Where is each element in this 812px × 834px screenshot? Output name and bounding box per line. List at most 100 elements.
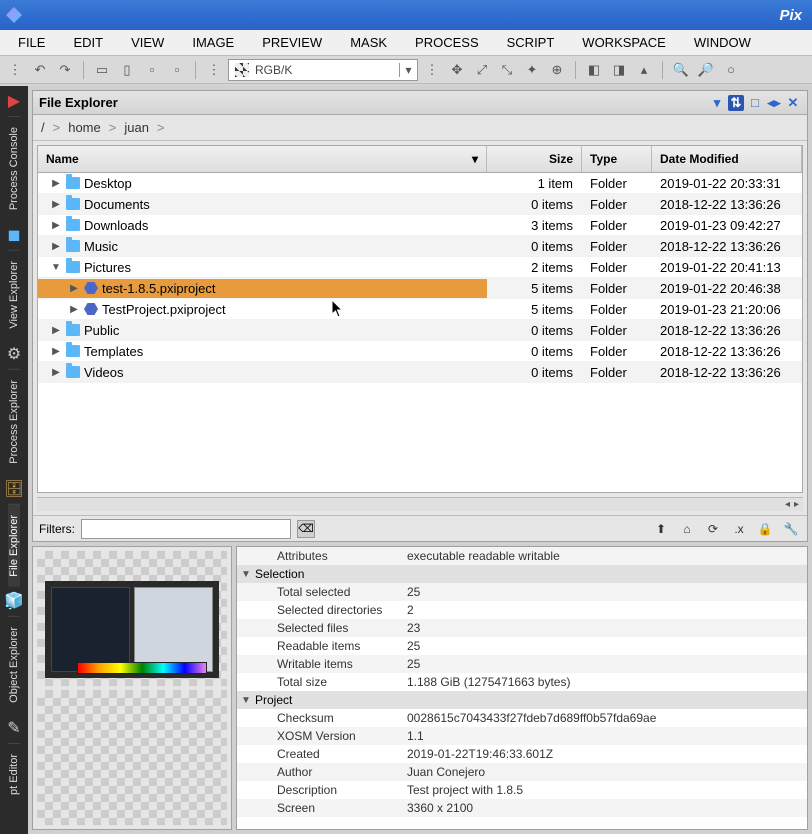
table-row[interactable]: ▶TestProject.pxiproject5 itemsFolder2019… [38, 299, 802, 320]
ext-button[interactable]: .x [729, 519, 749, 539]
section-arrow-icon[interactable]: ▼ [237, 569, 255, 580]
menu-image[interactable]: IMAGE [178, 31, 248, 54]
tree-arrow-icon[interactable]: ▶ [50, 199, 62, 210]
horizontal-scrollbar[interactable]: ◂▸ [37, 497, 803, 511]
menu-script[interactable]: SCRIPT [493, 31, 569, 54]
menu-workspace[interactable]: WORKSPACE [568, 31, 680, 54]
rail-icon: ⚙ [3, 343, 25, 365]
main-area: File Explorer ▾ ⇅ □ ◂▸ ✕ />home>juan> Na… [28, 86, 812, 834]
wrench-icon[interactable]: 🔧 [781, 519, 801, 539]
undo-button[interactable]: ↶ [29, 59, 51, 81]
home-button[interactable]: ⌂ [677, 519, 697, 539]
maximize-icon[interactable]: □ [747, 95, 763, 111]
panel-left-button[interactable]: ◧ [583, 59, 605, 81]
clear-filter-button[interactable]: ⌫ [297, 520, 315, 538]
panel-right-button[interactable]: ◨ [608, 59, 630, 81]
table-row[interactable]: ▶Music0 itemsFolder2018-12-22 13:36:26 [38, 236, 802, 257]
move-tool-button[interactable]: ✥ [446, 59, 468, 81]
tool-button[interactable]: ▭ [91, 59, 113, 81]
redo-button[interactable]: ↷ [54, 59, 76, 81]
cell-date: 2019-01-22 20:41:13 [652, 258, 802, 277]
project-thumbnail[interactable] [37, 690, 227, 825]
breadcrumb-segment[interactable]: juan [124, 120, 149, 135]
tree-arrow-icon[interactable]: ▶ [68, 304, 80, 315]
rail-tab-process-explorer[interactable]: Process Explorer [8, 369, 20, 474]
table-row[interactable]: ▶test-1.8.5.pxiproject5 itemsFolder2019-… [38, 278, 802, 299]
refresh-button[interactable]: ⟳ [703, 519, 723, 539]
table-row[interactable]: ▶Videos0 itemsFolder2018-12-22 13:36:26 [38, 362, 802, 383]
lock-icon[interactable]: 🔒 [755, 519, 775, 539]
column-header-name[interactable]: Name▾ [38, 146, 487, 172]
menu-window[interactable]: WINDOW [680, 31, 765, 54]
tool-button[interactable]: ▫ [141, 59, 163, 81]
tree-arrow-icon[interactable]: ▶ [50, 178, 62, 189]
breadcrumb-segment[interactable]: / [41, 120, 45, 135]
cell-size: 3 items [487, 216, 582, 235]
column-header-size[interactable]: Size [487, 146, 582, 172]
menu-edit[interactable]: EDIT [59, 31, 117, 54]
target-tool-button[interactable]: ⊕ [546, 59, 568, 81]
cell-type: Folder [582, 279, 652, 298]
cell-type: Folder [582, 216, 652, 235]
collapse-icon[interactable]: ◂▸ [766, 95, 782, 111]
table-row[interactable]: ▶Desktop1 itemFolder2019-01-22 20:33:31 [38, 173, 802, 194]
menu-file[interactable]: FILE [4, 31, 59, 54]
table-row[interactable]: ▼Pictures2 itemsFolder2019-01-22 20:41:1… [38, 257, 802, 278]
menu-view[interactable]: VIEW [117, 31, 178, 54]
tree-arrow-icon[interactable]: ▼ [50, 262, 62, 273]
rail-tab-object-explorer[interactable]: Object Explorer [8, 616, 20, 713]
file-name: Public [84, 323, 119, 338]
rail-tab-process-console[interactable]: Process Console [8, 116, 20, 220]
tool-button[interactable]: ▯ [116, 59, 138, 81]
chevron-right-icon: > [157, 120, 165, 135]
prop-value: 25 [407, 585, 807, 599]
menu-process[interactable]: PROCESS [401, 31, 493, 54]
cell-size: 1 item [487, 174, 582, 193]
rail-tab-file-explorer[interactable]: File Explorer [8, 504, 20, 587]
table-row[interactable]: ▶Downloads3 itemsFolder2019-01-23 09:42:… [38, 215, 802, 236]
tree-arrow-icon[interactable]: ▶ [50, 241, 62, 252]
zoom-out-button[interactable]: 🔎 [695, 59, 717, 81]
section-label: Selection [255, 567, 304, 581]
project-thumbnail[interactable] [37, 551, 227, 686]
tree-arrow-icon[interactable]: ▶ [50, 220, 62, 231]
menu-preview[interactable]: PREVIEW [248, 31, 336, 54]
collapse-tool-button[interactable]: ⤡ [496, 59, 518, 81]
expand-tool-button[interactable]: ⤢ [471, 59, 493, 81]
column-header-date[interactable]: Date Modified [652, 146, 802, 172]
pointer-tool-button[interactable]: ▴ [633, 59, 655, 81]
fit-tool-button[interactable]: ✦ [521, 59, 543, 81]
tool-button[interactable]: ▫ [166, 59, 188, 81]
table-row[interactable]: ▶Public0 itemsFolder2018-12-22 13:36:26 [38, 320, 802, 341]
rail-tab-view-explorer[interactable]: View Explorer [8, 250, 20, 339]
filters-input[interactable] [81, 519, 291, 539]
rail-tab-pt-editor[interactable]: pt Editor [8, 743, 20, 805]
table-row[interactable]: ▶Templates0 itemsFolder2018-12-22 13:36:… [38, 341, 802, 362]
tree-arrow-icon[interactable]: ▶ [50, 325, 62, 336]
tree-arrow-icon[interactable]: ▶ [68, 283, 80, 294]
table-row[interactable]: ▶Documents0 itemsFolder2018-12-22 13:36:… [38, 194, 802, 215]
expand-icon[interactable]: ⇅ [728, 95, 744, 111]
section-arrow-icon[interactable]: ▼ [237, 695, 255, 706]
prop-label: Description [237, 783, 407, 797]
dropdown-icon[interactable]: ▾ [709, 95, 725, 111]
menu-mask[interactable]: MASK [336, 31, 401, 54]
dropdown-icon[interactable]: ▾ [399, 63, 417, 77]
folder-icon [66, 219, 80, 231]
prop-label: Screen [237, 801, 407, 815]
grip-icon: ⋮ [421, 59, 443, 81]
zoom-in-button[interactable]: 🔍 [670, 59, 692, 81]
tree-arrow-icon[interactable]: ▶ [50, 346, 62, 357]
folder-icon [66, 261, 80, 273]
color-mode-combo[interactable]: RGB/K ▾ [228, 59, 418, 81]
tool-button[interactable]: ○ [720, 59, 742, 81]
prop-label: Total size [237, 675, 407, 689]
up-button[interactable]: ⬆ [651, 519, 671, 539]
folder-icon [66, 366, 80, 378]
tree-arrow-icon[interactable]: ▶ [50, 367, 62, 378]
breadcrumb-segment[interactable]: home [68, 120, 101, 135]
column-header-type[interactable]: Type [582, 146, 652, 172]
panel-title: File Explorer [39, 95, 118, 110]
cell-type: Folder [582, 237, 652, 256]
close-icon[interactable]: ✕ [785, 95, 801, 111]
